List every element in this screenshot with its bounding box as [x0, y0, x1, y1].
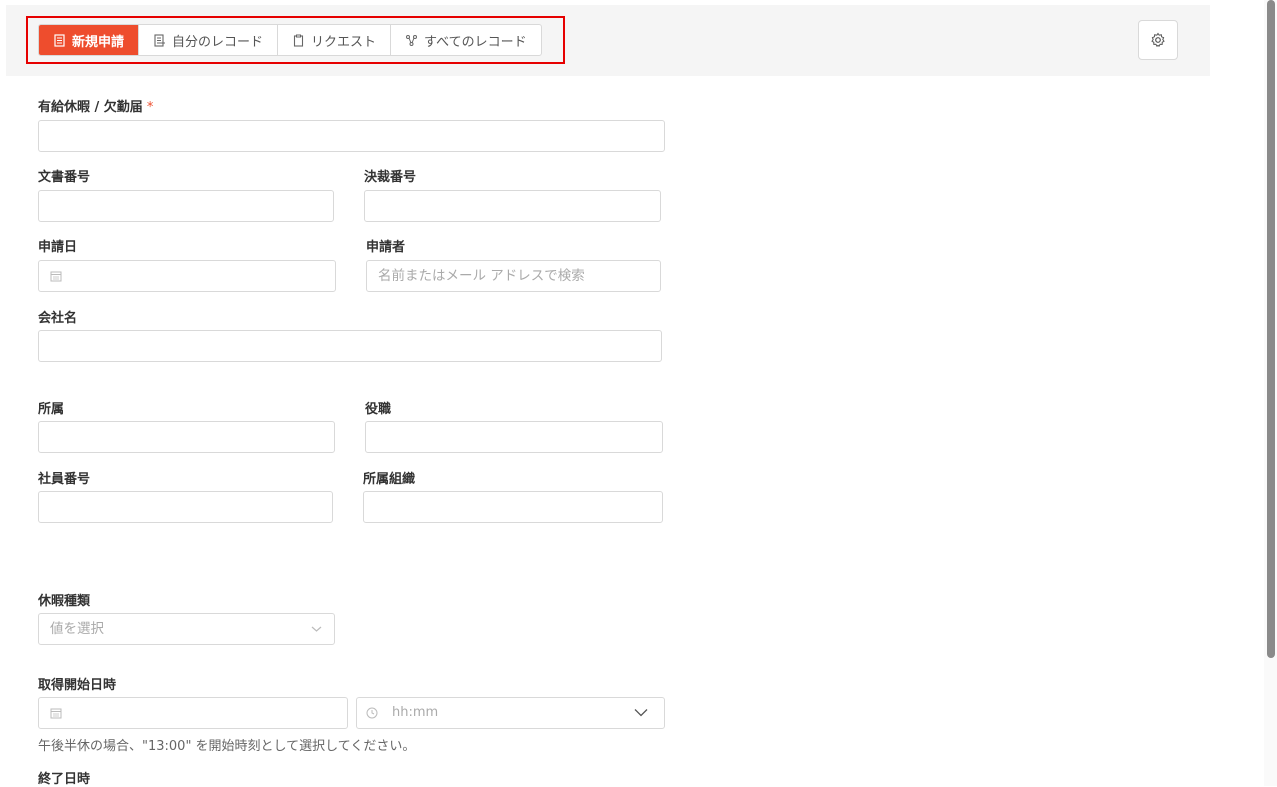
- applicant-search-input[interactable]: 名前またはメール アドレスで検索: [366, 260, 661, 292]
- department-input[interactable]: [38, 421, 335, 453]
- decision-number-input[interactable]: [364, 190, 661, 222]
- start-time-select[interactable]: hh:mm: [356, 697, 665, 729]
- employee-number-input[interactable]: [38, 491, 333, 523]
- leave-type-placeholder: 値を選択: [50, 621, 104, 637]
- scrollbar-thumb[interactable]: [1267, 0, 1275, 658]
- chevron-down-icon: [311, 626, 322, 632]
- doc-number-input[interactable]: [38, 190, 334, 222]
- apply-date-input[interactable]: [38, 260, 336, 292]
- decision-number-label: 決裁番号: [364, 170, 417, 185]
- required-mark: *: [146, 100, 154, 115]
- organization-label: 所属組織: [363, 472, 416, 487]
- chevron-down-icon: [634, 709, 648, 717]
- title-field-input[interactable]: [38, 120, 665, 152]
- leave-type-select[interactable]: 値を選択: [38, 613, 335, 645]
- leave-type-label: 休暇種類: [38, 594, 91, 609]
- start-datetime-label: 取得開始日時: [38, 678, 117, 693]
- position-input[interactable]: [365, 421, 663, 453]
- settings-button[interactable]: [1138, 20, 1178, 60]
- calendar-icon: [50, 708, 62, 719]
- end-datetime-label: 終了日時: [38, 772, 91, 787]
- position-label: 役職: [365, 402, 392, 417]
- calendar-icon: [50, 271, 62, 282]
- doc-number-label: 文書番号: [38, 170, 91, 185]
- clock-icon: [366, 707, 378, 719]
- organization-input[interactable]: [363, 491, 663, 523]
- applicant-label: 申請者: [366, 240, 406, 255]
- time-placeholder: hh:mm: [392, 705, 439, 720]
- applicant-placeholder: 名前またはメール アドレスで検索: [378, 268, 585, 284]
- tabs-highlight-box: [26, 16, 565, 64]
- title-field-label: 有給休暇 / 欠勤届 *: [38, 100, 154, 115]
- department-label: 所属: [38, 402, 65, 417]
- start-date-input[interactable]: [38, 697, 348, 729]
- company-label: 会社名: [38, 311, 78, 326]
- company-input[interactable]: [38, 330, 662, 362]
- apply-date-label: 申請日: [38, 240, 78, 255]
- start-time-hint: 午後半休の場合、"13:00" を開始時刻として選択してください。: [38, 739, 416, 754]
- gear-icon: [1151, 32, 1165, 47]
- employee-number-label: 社員番号: [38, 472, 91, 487]
